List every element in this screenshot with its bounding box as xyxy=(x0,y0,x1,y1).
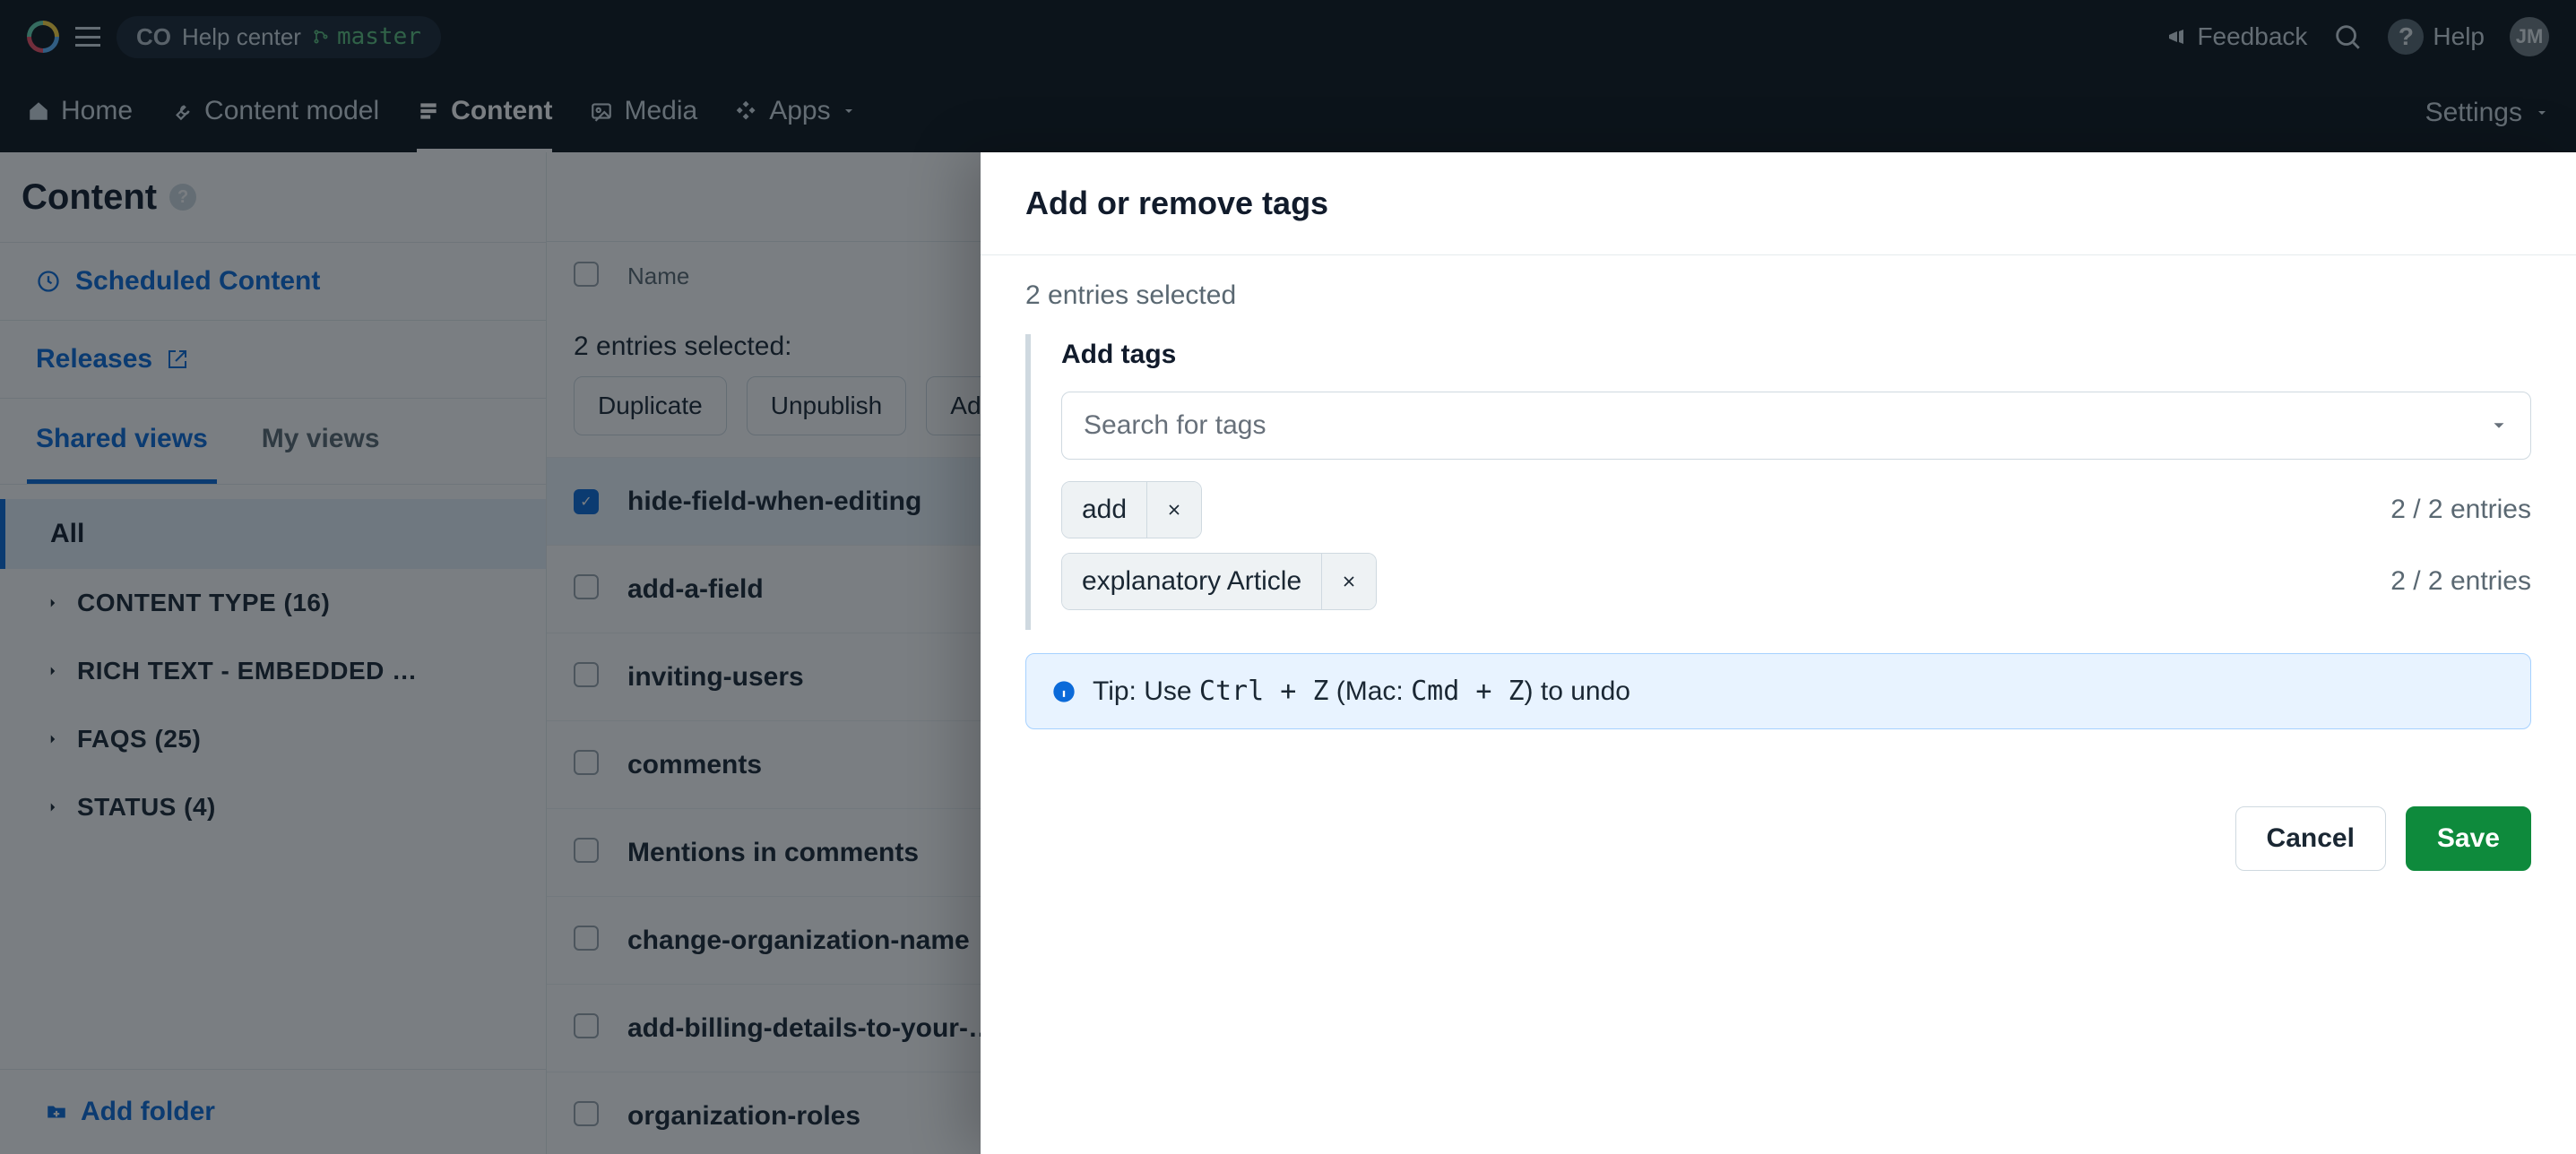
tag-list: add 2 / 2 entries explanatory Article 2 … xyxy=(1061,481,2531,624)
panel-subtitle: 2 entries selected xyxy=(1025,280,2531,311)
tag-count: 2 / 2 entries xyxy=(2390,566,2531,597)
tags-panel: Add or remove tags 2 entries selected Ad… xyxy=(981,152,2576,1154)
save-button[interactable]: Save xyxy=(2406,806,2531,871)
chevron-down-icon xyxy=(2489,416,2509,435)
tag-count: 2 / 2 entries xyxy=(2390,495,2531,525)
add-tags-title: Add tags xyxy=(1061,340,2531,370)
info-icon xyxy=(1051,679,1076,704)
tag-label: explanatory Article xyxy=(1062,554,1321,609)
info-note: Tip: Use Ctrl + Z (Mac: Cmd + Z) to undo xyxy=(1025,653,2531,729)
panel-footer: Cancel Save xyxy=(981,781,2576,896)
tag-remove[interactable] xyxy=(1146,482,1201,538)
tag-remove[interactable] xyxy=(1321,554,1376,609)
tag-label: add xyxy=(1062,482,1146,538)
cancel-button[interactable]: Cancel xyxy=(2235,806,2386,871)
tag-chip: explanatory Article xyxy=(1061,553,1377,610)
tag-search[interactable]: Search for tags xyxy=(1061,392,2531,460)
close-icon xyxy=(1165,501,1183,519)
tag-chip: add xyxy=(1061,481,1202,538)
tag-search-placeholder: Search for tags xyxy=(1084,410,1266,441)
panel-title: Add or remove tags xyxy=(981,152,2576,255)
close-icon xyxy=(1340,573,1358,590)
